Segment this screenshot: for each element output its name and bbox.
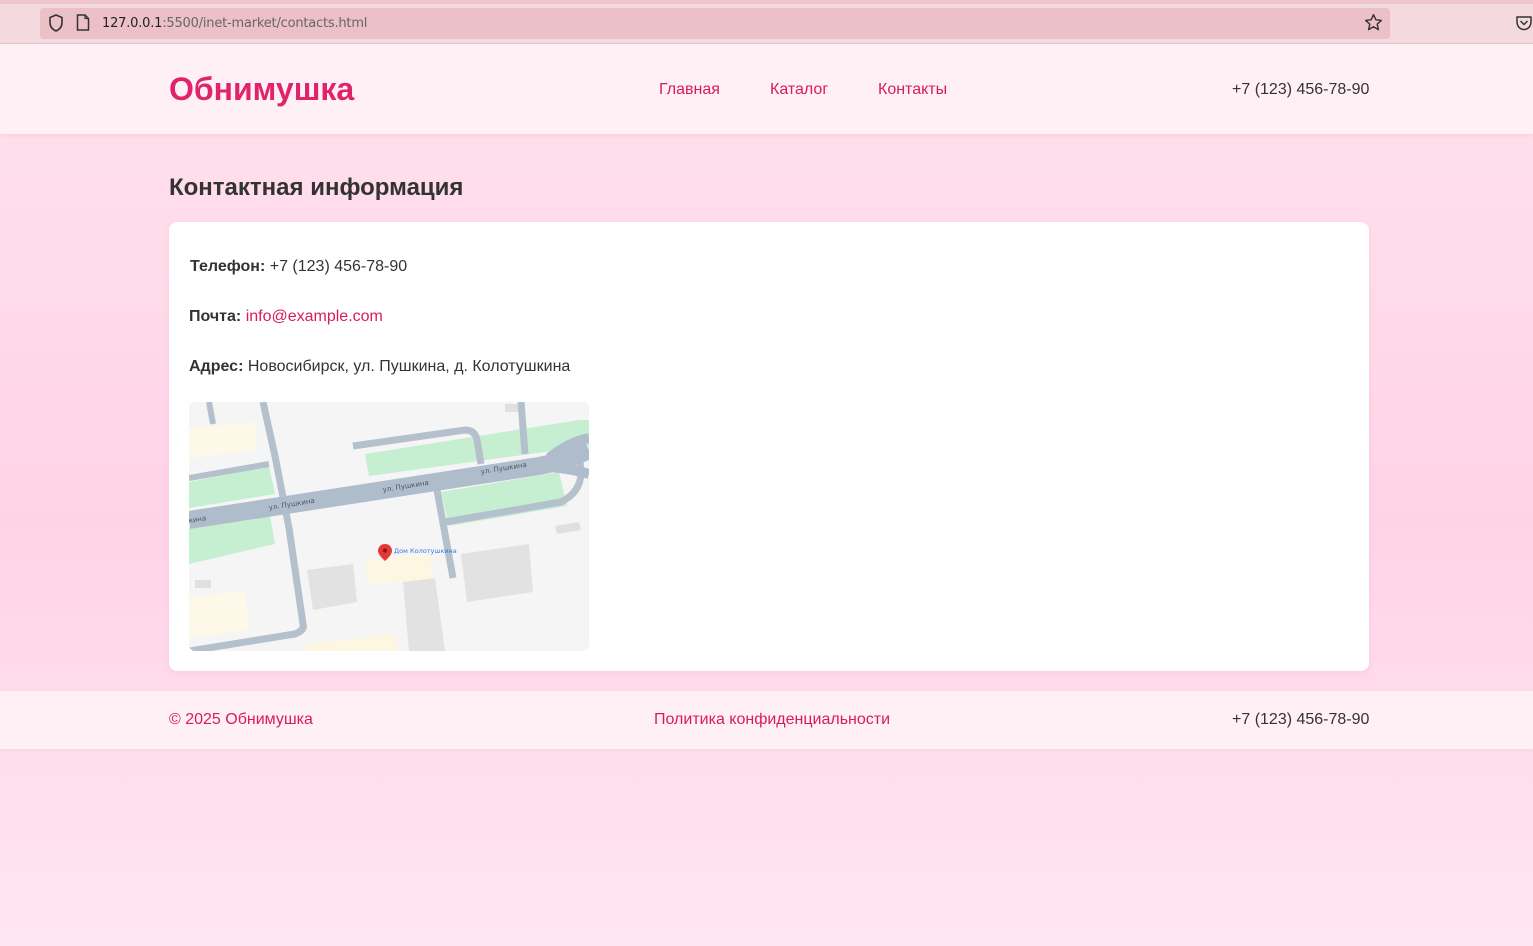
browser-toolbar: 127.0.0.1:5500/inet-market/contacts.html <box>0 0 1533 44</box>
nav-link-contacts[interactable]: Контакты <box>878 81 947 99</box>
contact-card: Телефон: +7 (123) 456-78-90 Почта: info@… <box>169 222 1369 671</box>
email-label: Почта: <box>189 308 242 325</box>
address-value: Новосибирск, ул. Пушкина, д. Колотушкина <box>247 358 571 375</box>
site-logo[interactable]: Обнимушка <box>169 71 354 108</box>
map-building <box>195 580 211 588</box>
url-host: 127.0.0.1 <box>102 16 163 31</box>
bookmark-star-icon[interactable] <box>1364 13 1383 32</box>
email-row: Почта: info@example.com <box>189 308 383 326</box>
nav-link-home[interactable]: Главная <box>659 81 720 99</box>
map-road <box>206 402 216 425</box>
map-place-label: Дом Колотушкина <box>394 547 457 555</box>
map-image[interactable]: ул. Пушкина ул. Пушкина ул. Пушкина кина… <box>189 402 589 651</box>
url-text[interactable]: 127.0.0.1:5500/inet-market/contacts.html <box>102 16 367 31</box>
privacy-policy-link[interactable]: Политика конфиденциальности <box>654 711 890 729</box>
footer-phone: +7 (123) 456-78-90 <box>1232 711 1370 728</box>
map-building <box>461 544 533 602</box>
phone-value: +7 (123) 456-78-90 <box>269 258 408 275</box>
footer-copyright: © 2025 Обнимушка <box>169 711 313 728</box>
site-header: Обнимушка Главная Каталог Контакты +7 (1… <box>0 44 1533 134</box>
nav-link-catalog[interactable]: Каталог <box>770 81 828 99</box>
map-road <box>517 402 529 455</box>
address-label: Адрес: <box>189 358 244 375</box>
header-phone: +7 (123) 456-78-90 <box>1232 81 1370 98</box>
page-icon <box>76 14 90 31</box>
phone-row: Телефон: +7 (123) 456-78-90 <box>190 258 407 276</box>
browser-tab-strip <box>0 0 1533 4</box>
site-footer: © 2025 Обнимушка Политика конфиденциальн… <box>0 691 1533 749</box>
map-building <box>505 404 519 412</box>
page-title: Контактная информация <box>169 174 464 201</box>
shield-icon[interactable] <box>48 14 64 32</box>
map-building <box>307 564 357 610</box>
map-building <box>189 590 249 638</box>
address-row: Адрес: Новосибирск, ул. Пушкина, д. Коло… <box>189 358 570 376</box>
map-embed[interactable]: ул. Пушкина ул. Пушкина ул. Пушкина кина… <box>189 402 589 651</box>
pocket-icon[interactable] <box>1515 14 1533 32</box>
email-link[interactable]: info@example.com <box>246 308 383 325</box>
url-path: :5500/inet-market/contacts.html <box>162 16 368 31</box>
phone-label: Телефон: <box>190 258 266 275</box>
